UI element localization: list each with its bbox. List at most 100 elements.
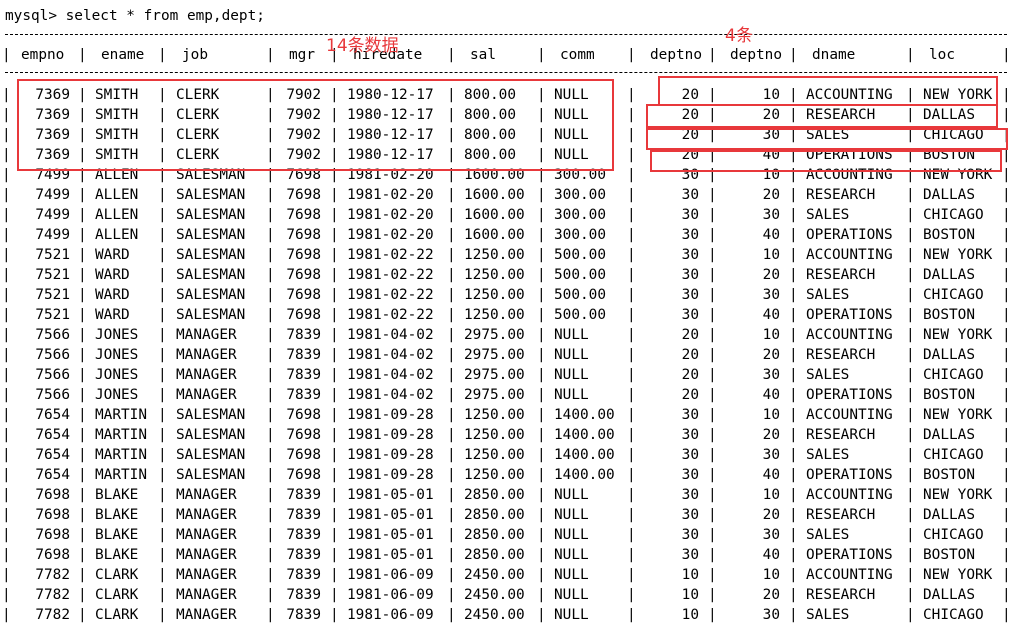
- column-separator: |: [266, 367, 275, 383]
- column-separator: |: [906, 307, 915, 323]
- column-separator: |: [1002, 407, 1010, 423]
- column-separator: |: [2, 267, 11, 283]
- column-separator: |: [627, 107, 636, 123]
- column-separator: |: [447, 247, 456, 263]
- table-cell: CHICAGO: [923, 367, 984, 383]
- column-separator: |: [1002, 87, 1010, 103]
- table-cell: 1400.00: [554, 447, 615, 463]
- table-cell: MANAGER: [176, 487, 237, 503]
- column-separator: |: [1002, 227, 1010, 243]
- column-separator: |: [158, 567, 167, 583]
- column-separator: |: [627, 227, 636, 243]
- table-cell: CHICAGO: [923, 527, 984, 543]
- table-cell: SALESMAN: [176, 187, 246, 203]
- column-header: job: [182, 47, 208, 63]
- table-cell: 7698: [286, 447, 321, 463]
- table-cell: 1250.00: [464, 467, 525, 483]
- column-separator: |: [330, 507, 339, 523]
- table-cell: MARTIN: [95, 467, 147, 483]
- table-cell: CLARK: [95, 607, 139, 623]
- table-cell: 7839: [286, 547, 321, 563]
- table-cell: 30: [681, 487, 699, 503]
- column-separator: |: [158, 287, 167, 303]
- table-cell: 1400.00: [554, 407, 615, 423]
- column-separator: |: [266, 487, 275, 503]
- column-separator: |: [906, 227, 915, 243]
- table-cell: 7698: [286, 427, 321, 443]
- column-separator: |: [78, 287, 87, 303]
- column-separator: |: [447, 507, 456, 523]
- column-separator: |: [708, 227, 717, 243]
- table-cell: 7698: [286, 247, 321, 263]
- column-separator: |: [330, 347, 339, 363]
- column-separator: |: [708, 507, 717, 523]
- table-cell: NULL: [554, 327, 589, 343]
- column-separator: |: [537, 507, 546, 523]
- column-header: mgr: [289, 47, 315, 63]
- column-separator: |: [708, 347, 717, 363]
- column-separator: |: [789, 607, 798, 623]
- table-cell: 500.00: [554, 247, 606, 263]
- column-separator: |: [78, 267, 87, 283]
- table-cell: 1981-05-01: [347, 547, 434, 563]
- column-separator: |: [537, 347, 546, 363]
- column-separator: |: [1002, 267, 1010, 283]
- table-cell: 7654: [35, 407, 70, 423]
- column-separator: |: [627, 347, 636, 363]
- column-separator: |: [158, 267, 167, 283]
- table-cell: CHICAGO: [923, 207, 984, 223]
- column-separator: |: [158, 387, 167, 403]
- column-separator: |: [537, 327, 546, 343]
- table-cell: 7698: [286, 287, 321, 303]
- table-cell: BOSTON: [923, 227, 975, 243]
- column-separator: |: [1002, 607, 1010, 623]
- column-separator: |: [158, 327, 167, 343]
- table-cell: SALESMAN: [176, 207, 246, 223]
- column-separator: |: [330, 187, 339, 203]
- emp-count-annotation: 14条数据: [326, 36, 399, 56]
- table-cell: BLAKE: [95, 527, 139, 543]
- column-separator: |: [789, 207, 798, 223]
- table-cell: 1981-02-22: [347, 247, 434, 263]
- column-separator: |: [78, 487, 87, 503]
- column-separator: |: [1002, 187, 1010, 203]
- column-separator: |: [2, 187, 11, 203]
- table-cell: 7499: [35, 227, 70, 243]
- table-cell: WARD: [95, 307, 130, 323]
- table-cell: SALES: [806, 447, 850, 463]
- table-cell: SALESMAN: [176, 407, 246, 423]
- table-cell: RESEARCH: [806, 507, 876, 523]
- table-cell: 10: [762, 567, 780, 583]
- table-cell: OPERATIONS: [806, 467, 893, 483]
- dept-row-highlight-4: [650, 150, 1002, 172]
- table-cell: 7698: [286, 207, 321, 223]
- table-cell: MARTIN: [95, 427, 147, 443]
- table-cell: 7566: [35, 387, 70, 403]
- table-cell: 20: [681, 327, 699, 343]
- column-separator: |: [708, 467, 717, 483]
- table-cell: BOSTON: [923, 387, 975, 403]
- table-cell: 7698: [35, 507, 70, 523]
- table-cell: SALES: [806, 607, 850, 623]
- column-separator: |: [2, 347, 11, 363]
- column-separator: |: [537, 427, 546, 443]
- column-separator: |: [158, 367, 167, 383]
- column-separator: |: [78, 347, 87, 363]
- column-separator: |: [627, 47, 636, 63]
- table-cell: SALES: [806, 287, 850, 303]
- column-separator: |: [537, 587, 546, 603]
- column-separator: |: [447, 267, 456, 283]
- column-separator: |: [627, 587, 636, 603]
- table-cell: 1981-05-01: [347, 487, 434, 503]
- table-cell: OPERATIONS: [806, 227, 893, 243]
- column-separator: |: [789, 547, 798, 563]
- table-cell: SALESMAN: [176, 427, 246, 443]
- table-cell: NEW YORK: [923, 247, 993, 263]
- table-cell: 30: [762, 207, 780, 223]
- table-cell: NEW YORK: [923, 567, 993, 583]
- table-cell: JONES: [95, 387, 139, 403]
- column-separator: |: [708, 607, 717, 623]
- column-separator: |: [537, 607, 546, 623]
- table-cell: 30: [681, 287, 699, 303]
- column-separator: |: [789, 587, 798, 603]
